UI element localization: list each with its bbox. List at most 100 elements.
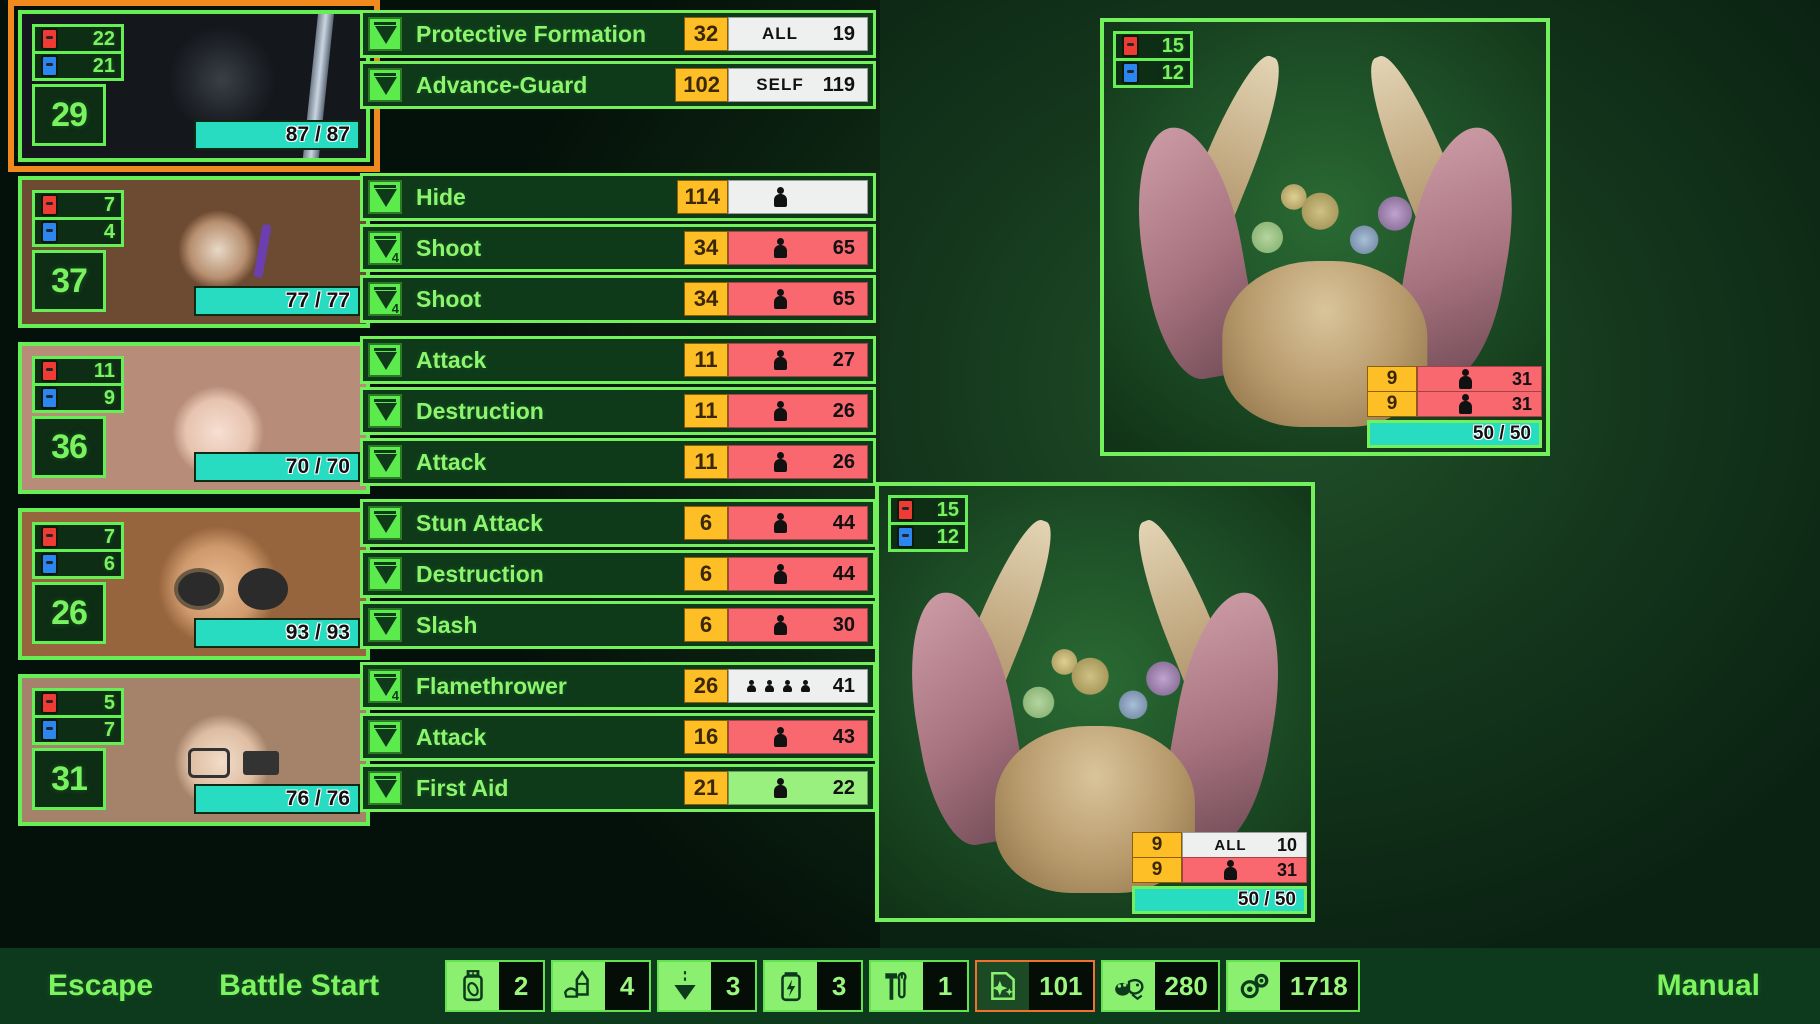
blue-card-count: 7 — [103, 718, 115, 741]
red-card-icon — [41, 28, 58, 50]
skill-cost: 11 — [684, 343, 728, 377]
ally-hp-bar: 87 / 87 — [194, 120, 360, 150]
ally-card-3[interactable]: 11 9 36 70 / 70 — [18, 342, 370, 494]
resource-hammer-wrench[interactable]: 1 — [869, 960, 970, 1012]
resource-sparkle-card[interactable]: 101 — [975, 960, 1095, 1012]
skill-row[interactable]: Attack 16 43 — [360, 713, 876, 761]
ally-hp-bar: 77 / 77 — [194, 286, 360, 316]
red-card-count-row: 15 — [888, 495, 968, 525]
resource-gears[interactable]: 1718 — [1225, 960, 1360, 1012]
person-icon — [773, 615, 787, 635]
blue-card-count: 9 — [103, 386, 115, 409]
skill-name: Slash — [416, 611, 478, 638]
skill-name: Advance-Guard — [416, 71, 588, 98]
skill-target-badge: 41 — [728, 669, 868, 703]
skill-cost: 32 — [684, 17, 728, 51]
bullet-ammo-icon — [553, 962, 606, 1010]
enemy-card-1[interactable]: 15 12 9 31 9 31 50 / 50 — [1100, 18, 1550, 456]
funnel-flask-icon — [659, 962, 712, 1010]
resource-bullet-ammo[interactable]: 4 — [551, 960, 652, 1012]
skill-row[interactable]: Attack 11 27 — [360, 336, 876, 384]
blue-card-icon — [41, 55, 58, 77]
person-icon — [746, 680, 760, 692]
person-icon — [773, 350, 787, 370]
skill-triangle-icon — [368, 720, 402, 754]
enemy-hp-text: 50 / 50 — [1472, 423, 1531, 444]
red-card-count: 22 — [92, 27, 115, 50]
battle-start-button[interactable]: Battle Start — [219, 969, 379, 1003]
skill-group-5: 4 Flamethrower 26 41 Attack 16 43 First … — [360, 662, 876, 812]
red-card-count: 5 — [103, 691, 115, 714]
skill-row[interactable]: 4 Shoot 34 65 — [360, 224, 876, 272]
ally-card-4[interactable]: 7 6 26 93 / 93 — [18, 508, 370, 660]
skill-triangle-icon — [368, 17, 402, 51]
escape-button[interactable]: Escape — [48, 969, 153, 1003]
ally-hp-bar: 70 / 70 — [194, 452, 360, 482]
skill-cost: 34 — [684, 231, 728, 265]
skill-cost: 114 — [676, 180, 728, 214]
ally-hp-text: 93 / 93 — [285, 621, 350, 644]
blue-card-count-row: 7 — [32, 715, 124, 745]
skill-charge-count: 4 — [391, 250, 399, 265]
blue-card-count: 12 — [1161, 61, 1184, 84]
skill-row[interactable]: 4 Flamethrower 26 41 — [360, 662, 876, 710]
skill-row[interactable]: First Aid 21 22 — [360, 764, 876, 812]
skill-row[interactable]: Destruction 6 44 — [360, 550, 876, 598]
enemy-action-row: 9 31 — [1367, 366, 1542, 392]
person-icon — [773, 187, 787, 207]
enemy-action-row: 9 ALL 10 — [1132, 832, 1307, 858]
target-value: 44 — [832, 562, 855, 585]
manual-button[interactable]: Manual — [1657, 969, 1760, 1003]
resource-count: 1 — [923, 962, 968, 1010]
enemy-action-cost: 9 — [1132, 857, 1182, 883]
skill-row[interactable]: Advance-Guard 102 SELF 119 — [360, 61, 876, 109]
target-person-wrap — [739, 727, 821, 747]
skill-target-badge: ALL 19 — [728, 17, 868, 51]
target-person-wrap — [739, 615, 821, 635]
skill-cost: 11 — [684, 445, 728, 479]
skill-cost: 34 — [684, 282, 728, 316]
enemy-card-2[interactable]: 15 12 9 ALL 10 9 31 50 / 50 — [875, 482, 1315, 922]
blue-card-count-row: 9 — [32, 383, 124, 413]
person-icon — [773, 513, 787, 533]
skill-row[interactable]: Destruction 11 26 — [360, 387, 876, 435]
resource-slime-creature[interactable]: 280 — [1100, 960, 1220, 1012]
resource-medicine-bottle[interactable]: 2 — [445, 960, 546, 1012]
skill-target-badge: 44 — [728, 557, 868, 591]
ally-card-2[interactable]: 7 4 37 77 / 77 — [18, 176, 370, 328]
skill-row[interactable]: Slash 6 30 — [360, 601, 876, 649]
red-card-icon — [41, 194, 58, 216]
ally-card-5[interactable]: 5 7 31 76 / 76 — [18, 674, 370, 826]
enemy-action-target-badge: 31 — [1417, 391, 1542, 417]
skill-row[interactable]: Attack 11 26 — [360, 438, 876, 486]
red-card-count: 7 — [103, 193, 115, 216]
target-value: 22 — [832, 776, 855, 799]
skill-cost: 11 — [684, 394, 728, 428]
person-icon — [1459, 369, 1472, 389]
ally-stat-stack: 22 21 29 — [32, 24, 124, 146]
resource-battery[interactable]: 3 — [763, 960, 864, 1012]
ally-hp-text: 76 / 76 — [285, 787, 350, 810]
enemy-hp-bar: 50 / 50 — [1367, 420, 1542, 448]
resource-funnel-flask[interactable]: 3 — [657, 960, 758, 1012]
resource-count: 280 — [1154, 962, 1218, 1010]
skill-target-badge: 43 — [728, 720, 868, 754]
red-card-count: 15 — [936, 498, 959, 521]
target-value: 30 — [832, 613, 855, 636]
skill-cost: 21 — [684, 771, 728, 805]
skill-row[interactable]: Protective Formation 32 ALL 19 — [360, 10, 876, 58]
person-icon — [1224, 860, 1237, 880]
blue-card-count: 21 — [92, 54, 115, 77]
gears-icon — [1227, 962, 1280, 1010]
skill-row[interactable]: Stun Attack 6 44 — [360, 499, 876, 547]
target-person-wrap — [1190, 860, 1271, 880]
skill-triangle-icon — [368, 394, 402, 428]
ally-card-1[interactable]: 22 21 29 87 / 87 — [8, 0, 380, 172]
target-value: 43 — [832, 725, 855, 748]
enemy-hp-text: 50 / 50 — [1237, 889, 1296, 910]
skill-row[interactable]: 4 Shoot 34 65 — [360, 275, 876, 323]
skill-row[interactable]: Hide 114 — [360, 173, 876, 221]
blue-card-count-row: 4 — [32, 217, 124, 247]
blue-card-icon — [41, 221, 58, 243]
blue-card-count-row: 12 — [1113, 58, 1193, 88]
